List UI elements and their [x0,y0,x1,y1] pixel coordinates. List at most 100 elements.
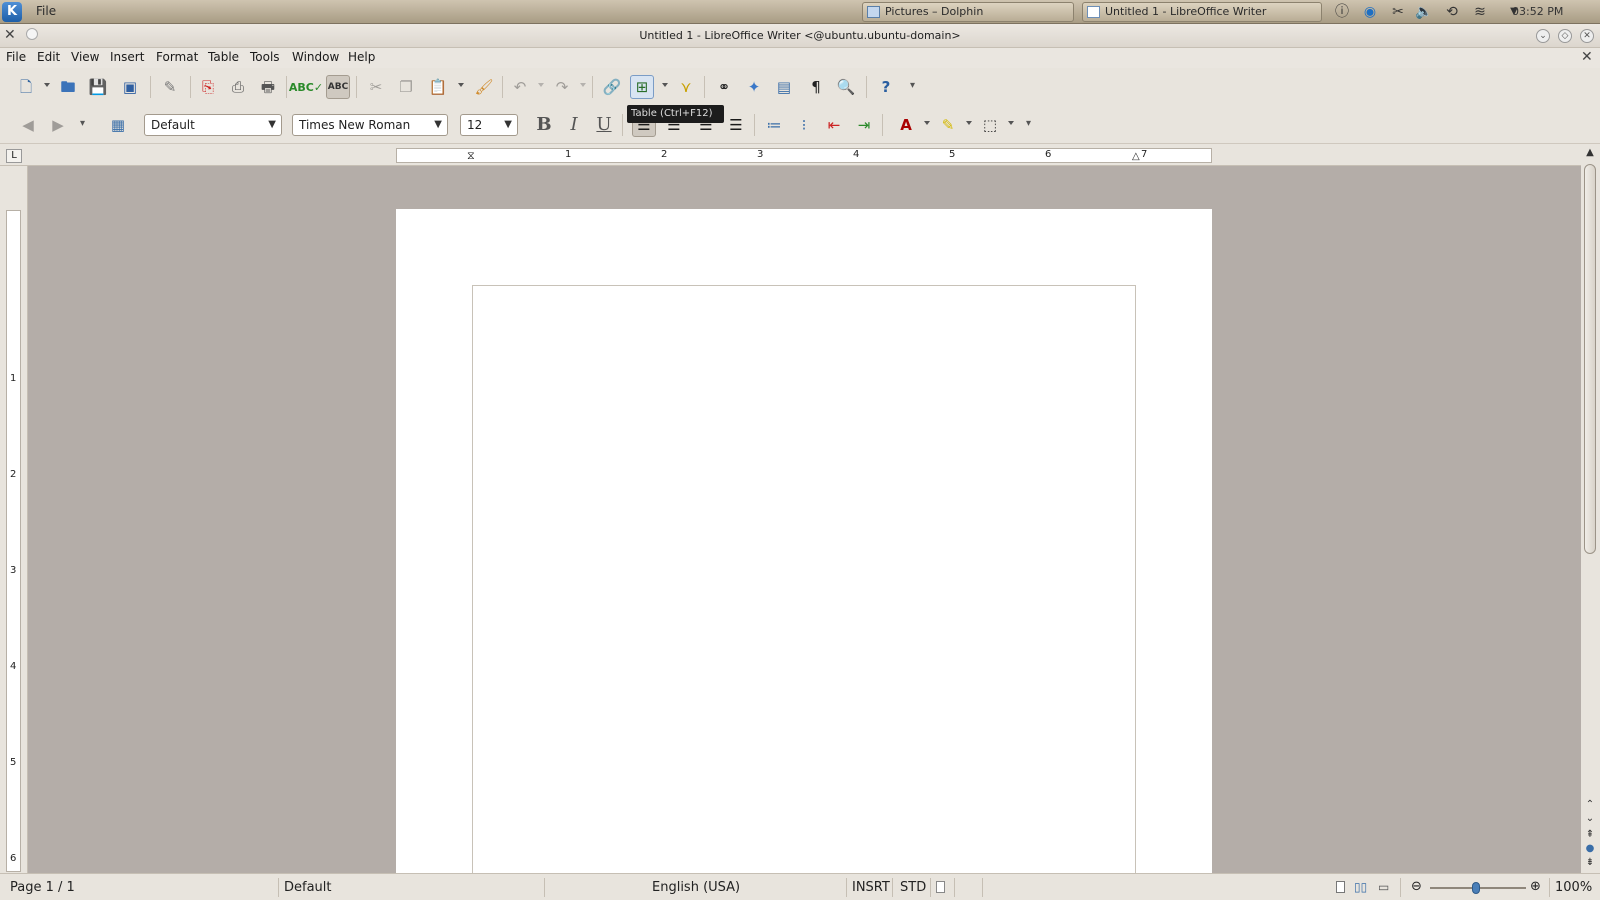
language[interactable]: English (USA) [652,880,740,895]
page-style[interactable]: Default [284,880,332,895]
selection-mode[interactable]: STD [900,880,926,895]
update-icon[interactable]: ⟲ [1442,3,1462,21]
bullets-icon[interactable]: ⁝ [792,113,816,137]
scroll-down-small-icon[interactable]: ⌄ [1583,812,1597,826]
scroll-up-icon[interactable]: ▲ [1583,146,1597,160]
menu-help[interactable]: Help [348,50,375,64]
menu-tools[interactable]: Tools [250,50,280,64]
insert-mode[interactable]: INSRT [852,880,890,895]
bold-icon[interactable]: B [532,113,556,137]
export-icon[interactable]: ▣ [118,75,142,99]
menu-table[interactable]: Table [208,50,239,64]
zoom-level[interactable]: 100% [1555,880,1592,895]
zoom-in-icon[interactable]: ⊕ [1530,879,1541,894]
numbering-icon[interactable]: ≔ [762,113,786,137]
font-name-select[interactable]: Times New Roman ▼ [292,114,448,136]
vertical-scrollbar[interactable]: ▲ ⌃ ⌄ ⇞ ● ⇟ [1581,144,1600,873]
tab-stop-selector[interactable]: L [6,149,22,163]
menu-edit[interactable]: Edit [37,50,60,64]
open-icon[interactable]: 🖿 [56,75,80,99]
undo-dropdown-arrow[interactable] [538,83,544,87]
previous-page-icon[interactable]: ⇞ [1583,828,1597,842]
menu-window[interactable]: Window [292,50,339,64]
vertical-ruler[interactable]: 1 2 3 4 5 6 [6,210,21,872]
zoom-slider-handle[interactable] [1472,882,1480,894]
table-dropdown-arrow[interactable] [662,83,668,87]
print-preview-icon[interactable]: 🖶 [256,75,280,99]
insert-table-icon[interactable]: ⊞ [630,75,654,99]
help-icon[interactable]: ? [874,75,898,99]
document-area[interactable] [28,167,1581,873]
menu-file[interactable]: File [6,50,26,64]
info-icon[interactable]: ⓘ [1332,3,1352,21]
toolbar-overflow-icon[interactable]: ▾ [910,80,915,91]
print-icon[interactable]: ⎙ [226,75,250,99]
book-view-icon[interactable]: ▭ [1378,880,1389,894]
menu-view[interactable]: View [71,50,99,64]
task-writer[interactable]: Untitled 1 - LibreOffice Writer [1082,2,1322,22]
highlighting-dropdown-arrow[interactable] [966,121,972,125]
toolbar-overflow-icon[interactable]: ▾ [80,118,85,129]
find-replace-icon[interactable]: ⚭ [712,75,736,99]
zoom-icon[interactable]: 🔍 [834,75,858,99]
zoom-out-icon[interactable]: ⊖ [1411,879,1422,894]
close-document-icon[interactable]: ✕ [1581,49,1593,65]
font-color-dropdown-arrow[interactable] [924,121,930,125]
highlighting-icon[interactable]: ✎ [936,113,960,137]
navigator-icon[interactable]: ✦ [742,75,766,99]
italic-icon[interactable]: I [562,113,586,137]
paste-dropdown-arrow[interactable] [458,83,464,87]
copy-icon[interactable]: ❐ [394,75,418,99]
panel-file-menu[interactable]: File [36,4,56,18]
hyperlink-icon[interactable]: 🔗 [600,75,624,99]
background-color-icon[interactable]: ⬚ [978,113,1002,137]
ruler-marker-left-indent[interactable]: ⧖ [467,149,475,163]
font-size-select[interactable]: 12 ▼ [460,114,518,136]
kde-launcher-icon[interactable]: K [2,2,22,22]
ruler-marker-right-indent[interactable]: △ [1132,151,1140,162]
justify-icon[interactable]: ☰ [724,113,748,137]
horizontal-ruler[interactable]: ⧖ 1 2 3 4 5 6 7 △ [396,148,1212,163]
gallery-icon[interactable]: ▤ [772,75,796,99]
edit-file-icon[interactable]: ✎ [158,75,182,99]
export-pdf-icon[interactable]: ⎘ [196,75,220,99]
next-page-icon[interactable]: ⇟ [1583,856,1597,870]
styles-formatting-icon[interactable]: ▦ [106,113,130,137]
scroll-up-small-icon[interactable]: ⌃ [1583,798,1597,812]
task-dolphin[interactable]: Pictures – Dolphin [862,2,1074,22]
toolbar-overflow-icon[interactable]: ▾ [1026,118,1031,129]
clock[interactable]: 03:52 PM [1512,5,1563,18]
volume-icon[interactable]: 🔈 [1414,3,1434,21]
close-icon[interactable]: ✕ [1580,29,1594,43]
decrease-indent-icon[interactable]: ⇤ [822,113,846,137]
wifi-icon[interactable]: ≋ [1470,3,1490,21]
redo-dropdown-arrow[interactable] [580,83,586,87]
increase-indent-icon[interactable]: ⇥ [852,113,876,137]
window-titlebar[interactable]: ✕ Untitled 1 - LibreOffice Writer <@ubun… [0,24,1600,48]
font-color-icon[interactable]: A [894,113,918,137]
forward-icon[interactable]: ▶ [46,113,70,137]
klipper-icon[interactable]: ✂ [1388,3,1408,21]
redo-icon[interactable]: ↷ [550,75,574,99]
undo-icon[interactable]: ↶ [508,75,532,99]
formatting-marks-icon[interactable]: ¶ [804,75,828,99]
new-dropdown-arrow[interactable] [44,83,50,87]
cut-icon[interactable]: ✂ [364,75,388,99]
underline-icon[interactable]: U [592,113,616,137]
spellcheck-icon[interactable]: ABC✓ [289,75,323,99]
page-count[interactable]: Page 1 / 1 [10,880,75,895]
minimize-icon[interactable]: ⌄ [1536,29,1550,43]
save-icon[interactable]: 💾 [86,75,110,99]
paste-icon[interactable]: 📋 [426,75,450,99]
maximize-icon[interactable]: ◇ [1558,29,1572,43]
paragraph-style-select[interactable]: Default ▼ [144,114,282,136]
network-manager-icon[interactable]: ◉ [1360,3,1380,21]
new-document-icon[interactable]: 🗋 [14,75,38,99]
clone-formatting-icon[interactable]: 🖌 [472,75,496,99]
back-icon[interactable]: ◀ [16,113,40,137]
menu-insert[interactable]: Insert [110,50,144,64]
multi-page-view-icon[interactable]: ▯▯ [1354,880,1367,894]
menu-format[interactable]: Format [156,50,198,64]
background-color-dropdown-arrow[interactable] [1008,121,1014,125]
show-draw-functions-icon[interactable]: ⋎ [674,75,698,99]
